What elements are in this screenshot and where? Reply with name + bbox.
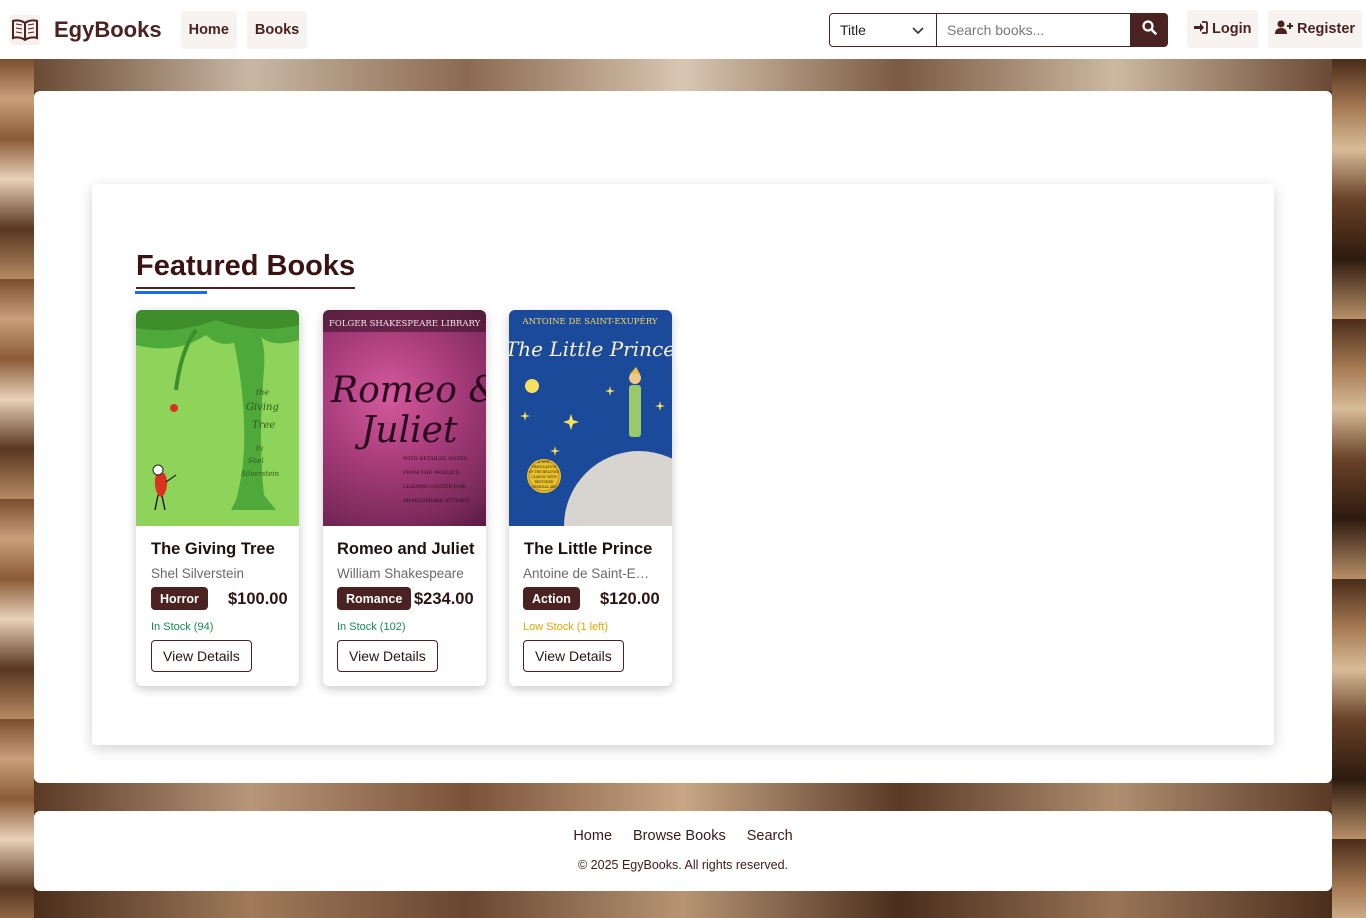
book-price: $100.00	[228, 590, 288, 608]
nav-home-link[interactable]: Home	[180, 10, 237, 49]
book-author: Antoine de Saint-Exupéry	[523, 566, 653, 581]
brand-name: EgyBooks	[54, 16, 162, 42]
cover-text: LEADING CENTER FOR	[403, 484, 465, 490]
search-button[interactable]	[1131, 13, 1168, 47]
book-price: $120.00	[600, 590, 660, 608]
cover-text: Silverstein	[241, 470, 280, 478]
cover-text: Giving	[246, 402, 279, 413]
open-book-icon	[10, 14, 40, 45]
genre-badge: Horror	[151, 587, 208, 610]
book-title: The Little Prince	[524, 540, 653, 558]
sign-in-icon	[1194, 20, 1208, 38]
cover-text: OF THE BELOVED	[529, 470, 560, 474]
cover-publisher: FOLGER SHAKESPEARE LIBRARY	[329, 319, 481, 329]
featured-books-section: Featured Books the Giving Tree by Shel S…	[92, 184, 1274, 745]
cover-title: Juliet	[354, 410, 458, 451]
cover-text: RESTORED	[535, 480, 554, 484]
nav-books-link[interactable]: Books	[246, 10, 308, 49]
search-field-value: Title	[840, 22, 866, 38]
main-container: Featured Books the Giving Tree by Shel S…	[34, 91, 1332, 783]
register-label: Register	[1297, 21, 1356, 37]
genre-badge: Action	[523, 587, 580, 610]
view-details-button[interactable]: View Details	[151, 640, 252, 672]
book-cover-image: FOLGER SHAKESPEARE LIBRARY Romeo & Julie…	[323, 310, 486, 526]
cover-text: ORIGINAL ART	[531, 485, 557, 489]
search-icon	[1142, 20, 1157, 40]
navbar: EgyBooks Home Books Title Search books..…	[0, 0, 1366, 59]
footer: Home Browse Books Search © 2025 EgyBooks…	[34, 811, 1332, 891]
cover-text: by	[256, 445, 264, 452]
nav-links: Home Books	[180, 10, 308, 49]
genre-badge: Romance	[337, 587, 412, 610]
stock-status: In Stock (102)	[337, 621, 406, 633]
cover-title: The Little Prince	[509, 337, 672, 361]
login-button[interactable]: Login	[1187, 10, 1259, 48]
book-card[interactable]: the Giving Tree by Shel Silverstein The …	[136, 310, 299, 686]
footer-links: Home Browse Books Search	[34, 828, 1332, 844]
book-title: Romeo and Juliet	[337, 540, 475, 558]
book-author: William Shakespeare	[337, 566, 464, 581]
book-card[interactable]: ANTOINE DE SAINT-EXUPÉRY The Little Prin…	[509, 310, 672, 686]
stock-status: In Stock (94)	[151, 621, 214, 633]
book-author: Shel Silverstein	[151, 566, 245, 581]
cover-text: A NEW	[537, 460, 550, 464]
view-details-button[interactable]: View Details	[523, 640, 624, 672]
section-title: Featured Books	[136, 248, 356, 289]
cover-text: WITH DETAILED NOTES	[403, 456, 468, 462]
cover-text: FROM THE WORLD'S	[403, 470, 460, 476]
view-details-button[interactable]: View Details	[337, 640, 438, 672]
background-bookshelf-right	[1332, 59, 1366, 918]
brand-link[interactable]: EgyBooks	[10, 11, 162, 49]
book-card[interactable]: FOLGER SHAKESPEARE LIBRARY Romeo & Julie…	[323, 310, 486, 686]
book-cover-image: the Giving Tree by Shel Silverstein	[136, 310, 299, 526]
user-plus-icon	[1275, 20, 1293, 38]
chevron-down-icon	[912, 22, 924, 38]
register-button[interactable]: Register	[1268, 10, 1363, 48]
background-bookshelf-left	[0, 59, 34, 918]
cover-text: Shel	[248, 457, 264, 465]
footer-link-search[interactable]: Search	[747, 828, 793, 844]
cover-text: the	[256, 388, 269, 397]
cover-text: TRANSLATION	[532, 465, 557, 469]
cover-text: CLASSIC WITH	[531, 475, 557, 479]
background-blur	[34, 783, 1332, 811]
book-cover-image: ANTOINE DE SAINT-EXUPÉRY The Little Prin…	[509, 310, 672, 526]
stock-status: Low Stock (1 left)	[523, 621, 608, 633]
search-form: Title Search books...	[829, 13, 1168, 47]
cover-text: SHAKESPEARE STUDIES	[403, 498, 469, 504]
title-accent-line	[135, 291, 207, 294]
copyright-text: © 2025 EgyBooks. All rights reserved.	[577, 858, 788, 872]
book-title: The Giving Tree	[151, 540, 275, 558]
book-price: $234.00	[414, 590, 474, 608]
cover-author: ANTOINE DE SAINT-EXUPÉRY	[522, 315, 658, 327]
background-blur	[34, 59, 1332, 91]
footer-link-home[interactable]: Home	[573, 828, 612, 844]
search-input[interactable]: Search books...	[937, 13, 1131, 47]
search-field-select[interactable]: Title	[829, 13, 937, 47]
login-label: Login	[1212, 21, 1252, 37]
cover-title: Romeo &	[330, 370, 486, 411]
footer-link-browse-books[interactable]: Browse Books	[633, 828, 726, 844]
background-blur	[34, 891, 1332, 918]
cover-text: Tree	[252, 420, 275, 431]
